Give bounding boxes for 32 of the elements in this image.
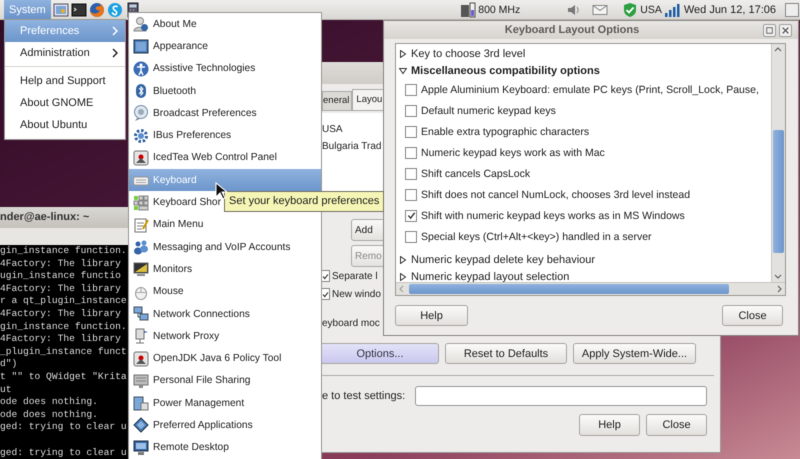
- window-title: nder@ae-linux: ~: [0, 207, 128, 228]
- option-label: Special keys (Ctrl+Alt+<key>) handled in a server: [421, 230, 652, 242]
- option-label: Shift does not cancel NumLock, chooses 3rd level instead: [421, 188, 690, 200]
- terminal-line: 4Factory: The library: [0, 333, 122, 346]
- terminal-line: r a qt_plugin_instance: [0, 295, 128, 308]
- option-label: Apple Aluminium Keyboard: emulate PC keys (Print, Scroll_Lock, Pause,: [421, 84, 759, 96]
- terminal-line: ged: trying to clear u: [0, 421, 128, 434]
- terminal-line: gin_instance function.: [0, 245, 128, 258]
- terminal-line: ode does nothing.: [0, 396, 99, 409]
- checkbox-label: Separate l: [332, 270, 378, 282]
- window-title: Keyboard Layout Options: [504, 24, 640, 36]
- option-label: Default numeric keypad keys: [421, 104, 556, 116]
- terminal-line: ged: trying to clear u: [0, 446, 128, 459]
- option-label: Enable extra typographic characters: [421, 126, 590, 138]
- option-label: Shift cancels CapsLock: [421, 168, 530, 180]
- terminal-line: ode does nothing.: [0, 408, 99, 422]
- terminal-line: ugin_instance functio: [0, 270, 122, 283]
- terminal-line: 4Factory: The library: [0, 308, 122, 321]
- terminal-line: ut: [0, 384, 13, 396]
- option-label: Numeric keypad keys work as with Mac: [421, 146, 605, 158]
- terminal-line: gin_instance function.: [0, 320, 128, 334]
- terminal-line: d"): [0, 358, 18, 371]
- terminal-line: 4Factory: The library: [0, 258, 122, 270]
- terminal-line: 4Factory: The library: [0, 282, 122, 296]
- option-label: Shift with numeric keypad keys works as in MS Windows: [421, 210, 685, 222]
- field-label: eyboard moc: [322, 318, 381, 328]
- tooltip: Set your keyboard preferences: [224, 191, 384, 212]
- checkbox-label: New windo: [332, 288, 381, 300]
- terminal-line: t "" to QWidget "Krita: [0, 370, 128, 384]
- cpu-frequency: 800 MHz: [478, 4, 520, 16]
- field-label: e to test settings:: [322, 390, 406, 402]
- terminal-line: _plugin_instance funct: [0, 346, 128, 358]
